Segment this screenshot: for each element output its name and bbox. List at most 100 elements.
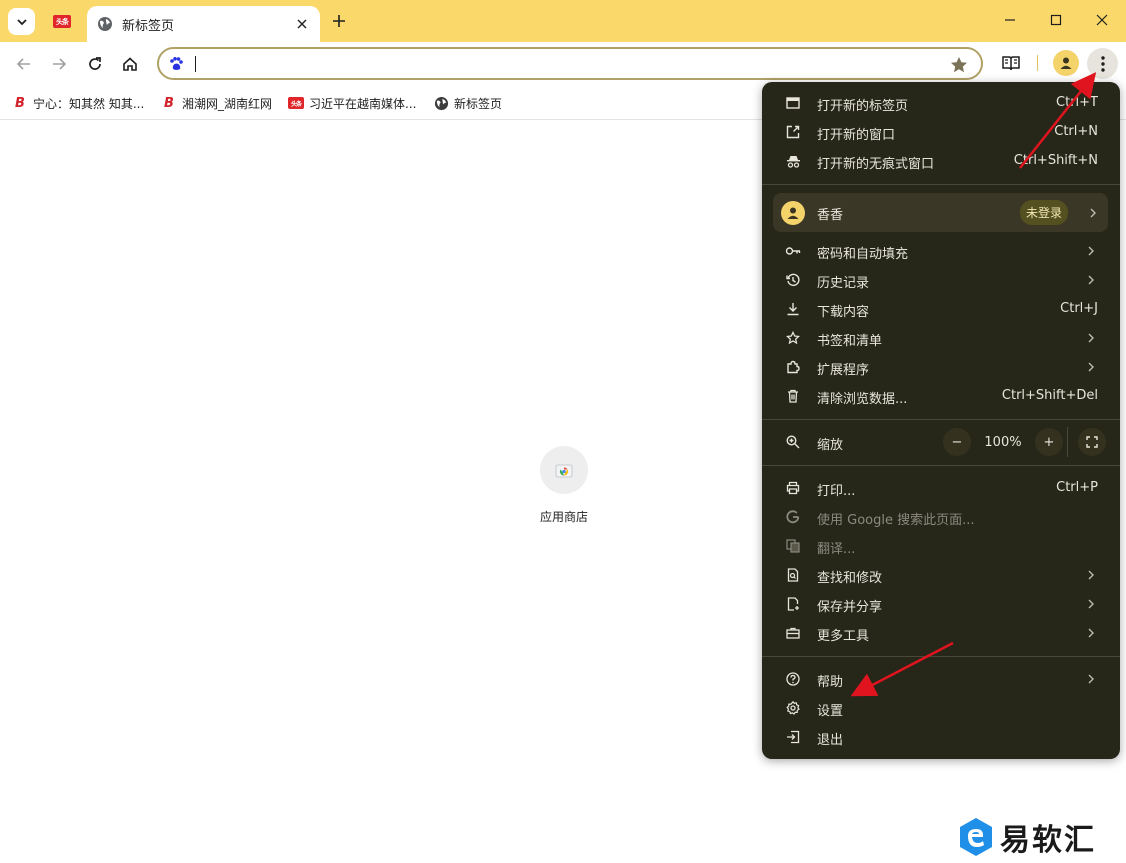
profile-button[interactable] [1053, 50, 1079, 76]
key-icon [785, 243, 801, 259]
toutiao-logo-icon: 头条 [288, 95, 304, 111]
chevron-down-icon [16, 18, 27, 25]
baidu-icon [170, 57, 183, 70]
globe-icon [98, 17, 112, 31]
book-icon [1002, 56, 1020, 71]
exit-icon [785, 729, 801, 745]
menu-item-new-window[interactable]: 打开新的窗口 Ctrl+N [762, 118, 1120, 147]
gear-icon [785, 700, 801, 716]
bookmark-item[interactable]: B 宁心：知其然 知其... [12, 93, 144, 113]
zoom-in-button[interactable]: + [1035, 428, 1063, 456]
menu-separator [762, 465, 1120, 466]
chevron-right-icon [1086, 359, 1096, 375]
menu-item-more-tools[interactable]: 更多工具 [762, 619, 1120, 648]
zoom-level: 100% [984, 434, 1022, 450]
menu-item-new-tab[interactable]: 打开新的标签页 Ctrl+T [762, 89, 1120, 118]
menu-item-extensions[interactable]: 扩展程序 [762, 353, 1120, 382]
person-icon [787, 207, 799, 219]
window-close-button[interactable] [1079, 0, 1125, 40]
puzzle-icon [785, 359, 801, 375]
reload-button[interactable] [81, 50, 109, 78]
omnibox-input[interactable] [193, 54, 933, 74]
watermark: 易软汇 [958, 815, 1118, 859]
menu-item-settings[interactable]: 设置 [762, 694, 1120, 723]
home-button[interactable] [116, 50, 144, 78]
new-tab-button[interactable] [327, 9, 351, 33]
toolbox-icon [785, 625, 801, 641]
new-tab-icon [785, 95, 801, 111]
trash-icon [785, 388, 801, 404]
menu-item-find-and-edit[interactable]: 查找和修改 [762, 561, 1120, 590]
toutiao-logo-icon: 头条 [53, 15, 71, 28]
maximize-button[interactable] [1033, 0, 1079, 40]
zoom-separator [1067, 427, 1068, 457]
maximize-icon [1050, 14, 1062, 26]
download-icon [785, 301, 801, 317]
bookmark-label: 宁心：知其然 知其... [33, 96, 145, 111]
new-window-icon [785, 124, 801, 140]
zoom-out-button[interactable]: − [943, 428, 971, 456]
chrome-main-menu: 打开新的标签页 Ctrl+T 打开新的窗口 Ctrl+N 打开新的无痕式窗口 C… [762, 82, 1120, 759]
fullscreen-button[interactable] [1078, 428, 1106, 456]
back-button[interactable] [10, 50, 38, 78]
fullscreen-icon [1086, 436, 1098, 448]
chevron-right-icon [1086, 330, 1096, 346]
plus-icon [333, 15, 345, 27]
minimize-button[interactable] [987, 0, 1033, 40]
bookmark-item[interactable]: B 湘潮网_湖南红网 [161, 93, 272, 113]
tab-new-tab[interactable]: 新标签页 [87, 6, 320, 42]
chevron-right-icon [1086, 671, 1096, 687]
close-icon [1096, 14, 1108, 26]
minimize-icon [1005, 19, 1015, 21]
redwire-icon: B [164, 95, 174, 111]
shortcut-tile-web-store[interactable]: 应用商店 [530, 446, 598, 532]
star-icon [785, 330, 801, 346]
omnibox[interactable] [157, 47, 983, 80]
reload-icon [89, 57, 101, 70]
tab-pinned-toutiao[interactable]: 头条 [44, 8, 80, 35]
menu-item-history[interactable]: 历史记录 [762, 266, 1120, 295]
menu-button[interactable] [1087, 48, 1118, 79]
menu-profile-row[interactable]: 香香 未登录 [773, 193, 1108, 232]
translate-icon [785, 538, 801, 554]
tile-label: 应用商店 [539, 510, 588, 524]
bookmark-label: 新标签页 [454, 96, 503, 111]
person-icon [1060, 57, 1072, 69]
watermark-logo-icon [960, 818, 992, 856]
chevron-right-icon [1086, 243, 1096, 259]
bookmark-item[interactable]: 新标签页 [433, 93, 502, 113]
bookmark-label: 习近平在越南媒体... [309, 96, 417, 111]
text-caret [195, 56, 196, 72]
tab-search-button[interactable] [8, 8, 35, 35]
menu-item-save-and-share[interactable]: 保存并分享 [762, 590, 1120, 619]
bookmark-star-icon[interactable] [949, 55, 969, 75]
menu-item-downloads[interactable]: 下载内容 Ctrl+J [762, 295, 1120, 324]
chevron-right-icon [1086, 567, 1096, 583]
menu-separator [762, 184, 1120, 185]
menu-item-passwords[interactable]: 密码和自动填充 [762, 237, 1120, 266]
menu-item-new-incognito-window[interactable]: 打开新的无痕式窗口 Ctrl+Shift+N [762, 147, 1120, 176]
arrow-left-icon [16, 58, 30, 70]
bookmark-item[interactable]: 头条 习近平在越南媒体... [288, 93, 416, 113]
google-icon [785, 509, 801, 525]
menu-item-exit[interactable]: 退出 [762, 723, 1120, 752]
help-icon [785, 671, 801, 687]
menu-item-search-with-google: 使用 Google 搜索此页面... [762, 503, 1120, 532]
menu-separator [762, 656, 1120, 657]
forward-button[interactable] [45, 50, 73, 78]
profile-name: 香香 [817, 208, 844, 223]
tab-close-button[interactable] [294, 16, 310, 32]
home-icon [123, 57, 137, 71]
tile-icon-background [540, 446, 588, 494]
menu-item-clear-browsing-data[interactable]: 清除浏览数据... Ctrl+Shift+Del [762, 382, 1120, 411]
menu-item-help[interactable]: 帮助 [762, 665, 1120, 694]
watermark-text: 易软汇 [1000, 823, 1096, 858]
menu-item-bookmarks[interactable]: 书签和清单 [762, 324, 1120, 353]
reading-mode-button[interactable] [998, 50, 1024, 76]
chevron-right-icon [1086, 272, 1096, 288]
toolbar [0, 42, 1126, 86]
menu-item-print[interactable]: 打印... Ctrl+P [762, 474, 1120, 503]
zoom-icon [785, 434, 801, 450]
chrome-web-store-icon [555, 464, 573, 478]
bookmark-label: 湘潮网_湖南红网 [182, 96, 273, 111]
